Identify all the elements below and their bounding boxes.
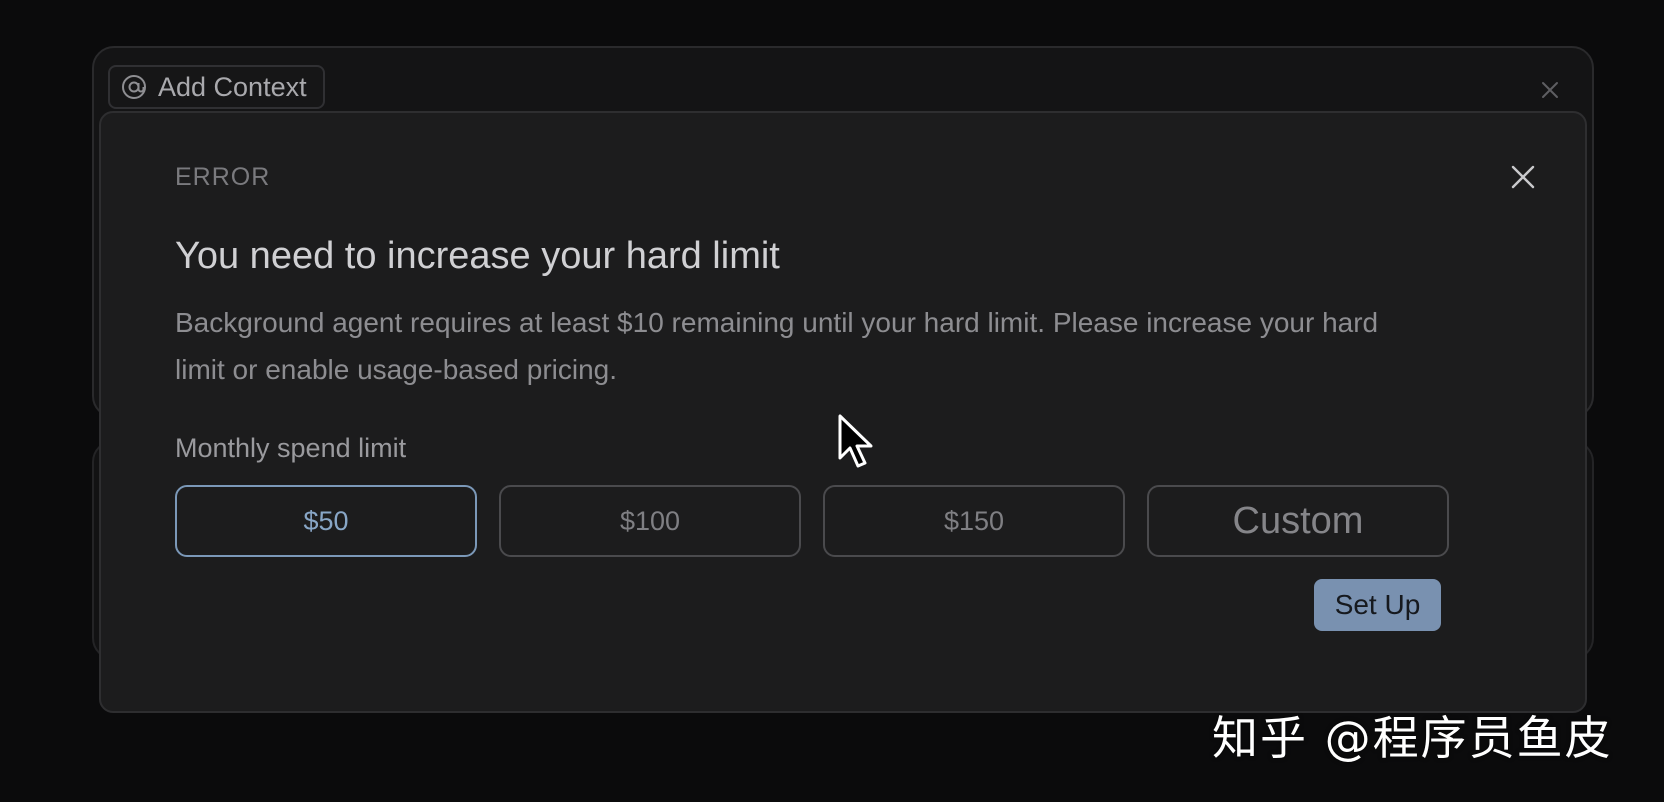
limit-option-50[interactable]: $50: [175, 485, 477, 557]
limit-option-custom[interactable]: Custom: [1147, 485, 1449, 557]
add-context-label: Add Context: [158, 71, 307, 102]
limit-option-100[interactable]: $100: [499, 485, 801, 557]
screen: Add Context ERROR You need to increase y…: [0, 0, 1664, 802]
dialog-type-label: ERROR: [175, 163, 271, 191]
mouse-cursor-icon: [838, 414, 880, 472]
close-icon[interactable]: [1538, 78, 1562, 102]
at-sign-icon: [120, 73, 148, 101]
dialog-description: Background agent requires at least $10 r…: [175, 307, 1379, 385]
error-dialog: ERROR You need to increase your hard lim…: [99, 111, 1587, 713]
limit-option-150[interactable]: $150: [823, 485, 1125, 557]
dialog-close-button[interactable]: [1509, 163, 1537, 191]
set-up-button[interactable]: Set Up: [1314, 579, 1441, 631]
dialog-title: You need to increase your hard limit: [175, 235, 780, 277]
add-context-button[interactable]: Add Context: [108, 65, 325, 109]
close-icon: [1511, 165, 1535, 189]
watermark: 知乎 @程序员鱼皮: [1212, 711, 1613, 765]
spend-limit-label: Monthly spend limit: [175, 433, 407, 463]
